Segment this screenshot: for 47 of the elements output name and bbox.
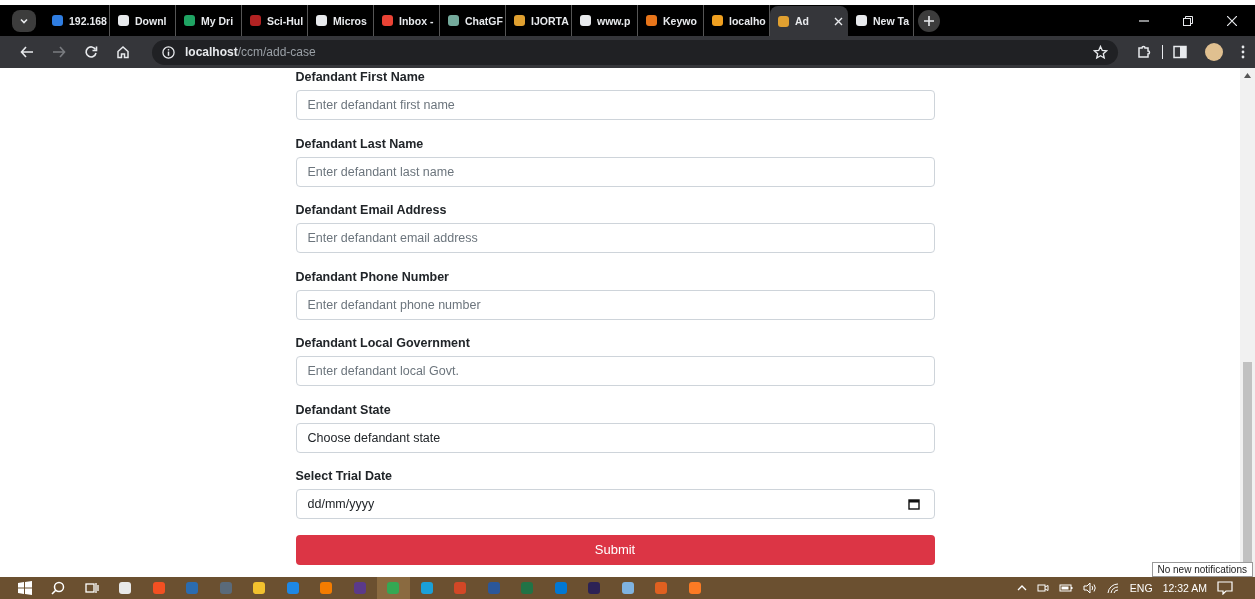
close-icon[interactable]: [1227, 15, 1237, 26]
browser-tab[interactable]: Ad: [770, 6, 848, 36]
back-icon[interactable]: [20, 45, 34, 59]
field-label: Defandant Last Name: [295, 135, 425, 153]
input-field[interactable]: Enter defandant last name: [295, 156, 935, 187]
search-icon: [51, 581, 66, 595]
notification-tooltip: No new notifications: [1151, 562, 1253, 577]
field-label: Defandant First Name: [295, 69, 426, 86]
field-label: Defandant Email Address: [295, 202, 448, 219]
menu-icon[interactable]: [1241, 45, 1245, 59]
field-label: Defandant Phone Number: [295, 268, 450, 286]
address-bar[interactable]: localhost/ccm/add-case: [152, 39, 1118, 65]
input-field[interactable]: Enter defandant email address: [295, 223, 935, 253]
task-view-icon: [84, 581, 99, 595]
date-field[interactable]: dd/mm/yyyy: [295, 489, 935, 519]
restore-icon[interactable]: [1183, 15, 1193, 26]
side-panel-icon[interactable]: [1173, 45, 1187, 59]
info-icon[interactable]: [162, 45, 175, 59]
volume-icon[interactable]: [1082, 582, 1097, 594]
plus-icon: [924, 15, 934, 26]
star-icon[interactable]: [1093, 44, 1108, 60]
extension-icon[interactable]: [1136, 44, 1152, 60]
reload-icon[interactable]: [84, 45, 98, 59]
close-icon[interactable]: [834, 16, 843, 26]
input-field[interactable]: Enter defandant phone number: [295, 289, 935, 320]
url-text: localhost/ccm/add-case: [185, 45, 316, 59]
submit-button[interactable]: Submit: [295, 534, 935, 565]
camera-icon[interactable]: [1036, 582, 1049, 594]
windows-icon: [17, 581, 32, 595]
new-tab-button[interactable]: [918, 9, 940, 32]
field-label: Defandant Local Government: [295, 335, 471, 352]
tab-search-button[interactable]: [12, 9, 36, 32]
clock[interactable]: 12:32 AM: [1162, 582, 1207, 594]
select-field[interactable]: Choose defandant state: [295, 422, 935, 453]
home-icon[interactable]: [116, 45, 130, 59]
battery-icon[interactable]: [1058, 583, 1073, 593]
input-field[interactable]: Enter defandant local Govt.: [295, 356, 935, 386]
calendar-icon[interactable]: [907, 498, 920, 510]
scroll-up-icon[interactable]: [1244, 73, 1251, 78]
caret-icon[interactable]: [1016, 584, 1027, 592]
field-label: Select Trial Date: [295, 468, 394, 485]
input-field[interactable]: Enter defandant first name: [295, 90, 935, 120]
field-label: Defandant State: [295, 401, 392, 419]
language-indicator[interactable]: ENG: [1129, 582, 1153, 594]
notification-icon[interactable]: [1217, 581, 1233, 595]
wifi-icon[interactable]: [1106, 582, 1120, 594]
profile-avatar[interactable]: [1205, 43, 1223, 61]
